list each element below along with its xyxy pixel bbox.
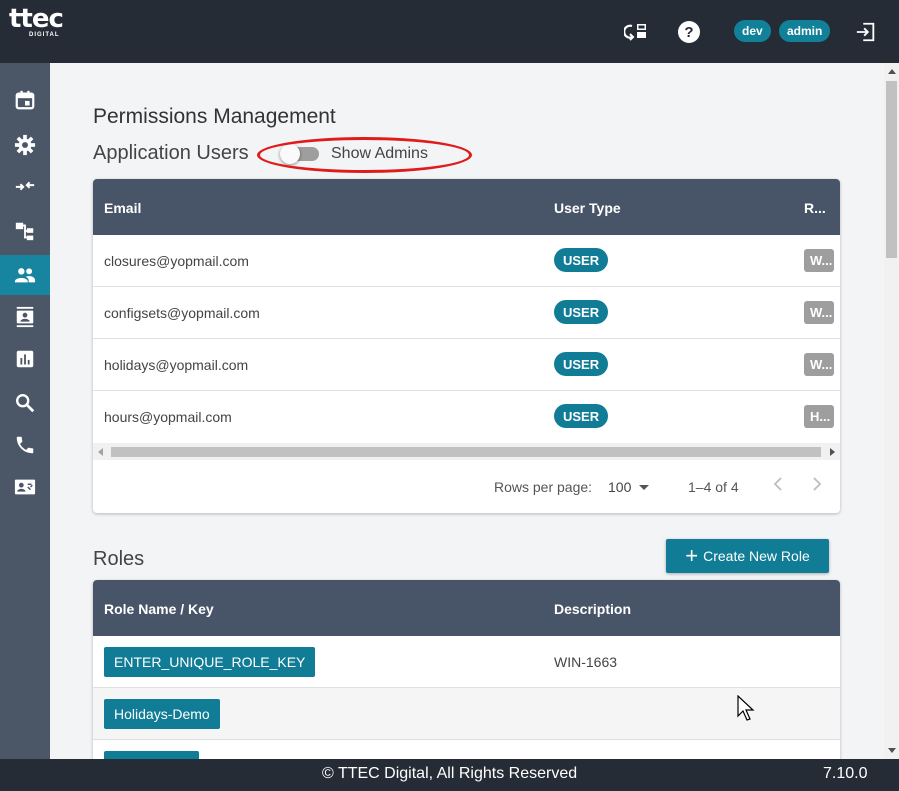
sidebar-item-agent[interactable]: [0, 467, 50, 507]
copyright-text: © TTEC Digital, All Rights Reserved: [322, 765, 578, 782]
sidebar-item-reports[interactable]: [0, 339, 50, 379]
contact-card-icon: [16, 306, 34, 328]
roles-section-title: Roles: [93, 548, 145, 570]
gear-icon: [14, 134, 36, 156]
plus-icon: +: [685, 543, 699, 568]
users-icon: [14, 268, 36, 283]
users-table-header: Email User Type R...: [93, 179, 840, 235]
help-icon[interactable]: ?: [676, 19, 702, 45]
create-new-role-label: Create New Role: [703, 548, 810, 564]
table-row[interactable]: configsets@yopmail.com USER W...: [93, 287, 840, 339]
main-content: Permissions Management Application Users…: [50, 63, 884, 759]
horizontal-scrollbar[interactable]: [93, 443, 840, 460]
scrollbar-thumb[interactable]: [111, 447, 821, 457]
table-row[interactable]: hours@yopmail.com USER H...: [93, 391, 840, 443]
user-type-badge: USER: [554, 404, 609, 428]
toggle-knob: [280, 144, 300, 164]
mouse-cursor-icon: [737, 695, 755, 721]
role-chip: W...: [804, 353, 834, 376]
scrollbar-thumb[interactable]: [886, 81, 897, 258]
sidebar-item-transfers[interactable]: [0, 166, 50, 206]
user-type-badge: USER: [554, 248, 609, 272]
user-type-badge: USER: [554, 352, 609, 376]
logo-text: ttec: [9, 4, 64, 34]
create-new-role-button[interactable]: + Create New Role: [666, 539, 829, 573]
page-title: Permissions Management: [93, 105, 336, 128]
sidebar-item-hierarchy[interactable]: [0, 211, 50, 251]
chevron-left-icon: [773, 477, 782, 491]
table-row[interactable]: [93, 740, 840, 759]
search-icon: [16, 394, 35, 413]
users-section-title: Application Users: [93, 142, 249, 164]
sidebar-item-search[interactable]: [0, 383, 50, 423]
calendar-icon: [15, 90, 35, 110]
role-key-button[interactable]: ENTER_UNIQUE_ROLE_KEY: [104, 647, 316, 677]
table-row[interactable]: closures@yopmail.com USER W...: [93, 235, 840, 287]
ttec-logo[interactable]: ttec DIGITAL: [9, 4, 64, 38]
chat-switch-icon[interactable]: [623, 19, 649, 45]
scroll-down-arrow-icon[interactable]: [888, 748, 896, 753]
id-card-icon: [14, 479, 36, 495]
show-admins-toggle[interactable]: Show Admins: [280, 144, 428, 164]
roles-table-header: Role Name / Key Description: [93, 580, 840, 636]
column-header-description[interactable]: Description: [554, 601, 631, 617]
email-cell: holidays@yopmail.com: [104, 357, 249, 373]
logout-icon[interactable]: [853, 19, 879, 45]
roles-table: Role Name / Key Description ENTER_UNIQUE…: [93, 580, 840, 759]
toggle-switch[interactable]: [280, 144, 319, 164]
sidebar-item-phone[interactable]: [0, 425, 50, 465]
sidebar: [0, 63, 50, 759]
prev-page-button[interactable]: [772, 475, 784, 496]
users-table: Email User Type R... closures@yopmail.co…: [93, 179, 840, 513]
phone-icon: [16, 436, 34, 454]
sidebar-item-calendar[interactable]: [0, 80, 50, 120]
merge-arrows-icon: [15, 181, 35, 191]
hierarchy-icon: [15, 222, 34, 241]
sidebar-item-users[interactable]: [0, 255, 50, 295]
table-row[interactable]: ENTER_UNIQUE_ROLE_KEY WIN-1663: [93, 636, 840, 688]
top-bar: ttec DIGITAL ? dev admin: [0, 0, 899, 63]
bar-chart-icon: [16, 350, 34, 368]
show-admins-label: Show Admins: [331, 145, 428, 162]
email-cell: closures@yopmail.com: [104, 253, 249, 269]
role-description: WIN-1663: [554, 654, 618, 670]
user-type-badge: USER: [554, 300, 609, 324]
column-header-role[interactable]: R...: [804, 200, 826, 216]
sidebar-item-contacts[interactable]: [0, 297, 50, 337]
page-range: 1–4 of 4: [688, 479, 739, 495]
footer: © TTEC Digital, All Rights Reserved 7.10…: [0, 759, 899, 791]
next-page-button[interactable]: [811, 475, 823, 496]
scroll-up-arrow-icon[interactable]: [888, 69, 896, 74]
role-chip: H...: [804, 405, 834, 428]
role-key-button[interactable]: [104, 751, 199, 759]
email-cell: hours@yopmail.com: [104, 409, 232, 425]
rows-per-page-select[interactable]: 100: [608, 479, 650, 495]
column-header-email[interactable]: Email: [104, 200, 141, 216]
dropdown-arrow-icon: [639, 485, 650, 490]
role-key-button[interactable]: Holidays-Demo: [104, 699, 220, 729]
pagination: Rows per page: 100 1–4 of 4: [93, 460, 840, 512]
role-chip: W...: [804, 301, 834, 324]
table-row[interactable]: Holidays-Demo: [93, 688, 840, 740]
environment-badge[interactable]: dev: [734, 20, 771, 42]
sidebar-item-settings[interactable]: [0, 125, 50, 165]
svg-text:?: ?: [684, 24, 693, 41]
role-chip: W...: [804, 249, 834, 272]
column-header-user-type[interactable]: User Type: [554, 200, 621, 216]
scroll-right-arrow-icon[interactable]: [830, 448, 835, 456]
column-header-role-name[interactable]: Role Name / Key: [104, 601, 214, 617]
rows-per-page-label: Rows per page:: [494, 479, 593, 495]
vertical-scrollbar[interactable]: [884, 63, 899, 759]
email-cell: configsets@yopmail.com: [104, 305, 260, 321]
rows-per-page-value: 100: [608, 479, 632, 495]
chevron-right-icon: [813, 477, 822, 491]
user-badge[interactable]: admin: [779, 20, 831, 42]
version-text: 7.10.0: [823, 765, 868, 782]
scroll-left-arrow-icon[interactable]: [98, 448, 103, 456]
table-row[interactable]: holidays@yopmail.com USER W...: [93, 339, 840, 391]
logo-subtext: DIGITAL: [29, 32, 60, 38]
